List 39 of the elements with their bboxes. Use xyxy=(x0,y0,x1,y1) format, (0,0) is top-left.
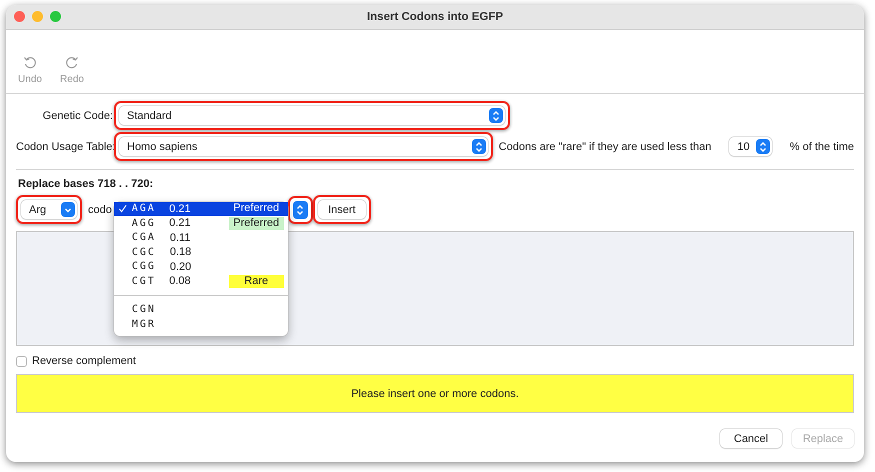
codon-usage-select[interactable]: Homo sapiens xyxy=(119,137,488,156)
stepper-button[interactable] xyxy=(292,200,308,218)
close-button[interactable] xyxy=(14,11,25,22)
stepper-icon xyxy=(295,202,306,216)
menu-item[interactable]: MGR xyxy=(114,317,288,332)
checkbox[interactable] xyxy=(16,356,27,366)
menu-item[interactable]: CGG 0.20 xyxy=(114,260,288,274)
codon-label: codo xyxy=(88,204,112,216)
tag-label: Rare xyxy=(228,274,284,288)
insert-button[interactable]: Insert xyxy=(318,200,366,219)
section-heading: Replace bases 718 . . 720: xyxy=(18,178,154,190)
genetic-code-select[interactable]: Standard xyxy=(119,106,505,125)
field-label: Codon Usage Table: xyxy=(16,140,113,152)
redo-icon xyxy=(65,56,79,70)
chevron-down-icon xyxy=(61,202,75,217)
tag-label: Preferred xyxy=(228,216,284,230)
menu-item[interactable]: CGA 0.11 xyxy=(114,230,288,245)
minimize-button[interactable] xyxy=(32,11,43,22)
percent-label: % of the time xyxy=(790,140,854,152)
field-label: Genetic Code: xyxy=(42,110,113,122)
menu-item[interactable]: CGN xyxy=(114,302,288,317)
rare-description: Codons are "rare" if they are used less than xyxy=(498,140,712,152)
menu-item[interactable]: CGC 0.18 xyxy=(114,245,288,260)
stepper-icon xyxy=(472,139,486,154)
cancel-button[interactable]: Cancel xyxy=(720,429,782,448)
stepper-icon xyxy=(756,139,770,154)
stepper-icon xyxy=(489,108,503,123)
message-banner: Please insert one or more codons. xyxy=(16,374,854,413)
menu-item[interactable]: AGG 0.21 Preferred xyxy=(114,216,288,230)
amino-acid-select[interactable]: Arg xyxy=(21,200,77,219)
window-title: Insert Codons into EGFP xyxy=(366,11,504,23)
menu-item[interactable]: AGA 0.21 Preferred xyxy=(114,202,288,216)
checkbox-label: Reverse complement xyxy=(32,355,136,367)
undo-icon xyxy=(23,56,37,70)
tag-label: Preferred xyxy=(232,202,280,216)
threshold-select[interactable]: 10 xyxy=(729,137,772,156)
checkmark-icon xyxy=(118,204,127,214)
zoom-button[interactable] xyxy=(50,11,61,22)
menu-item[interactable]: CGT 0.08 Rare xyxy=(114,274,288,288)
